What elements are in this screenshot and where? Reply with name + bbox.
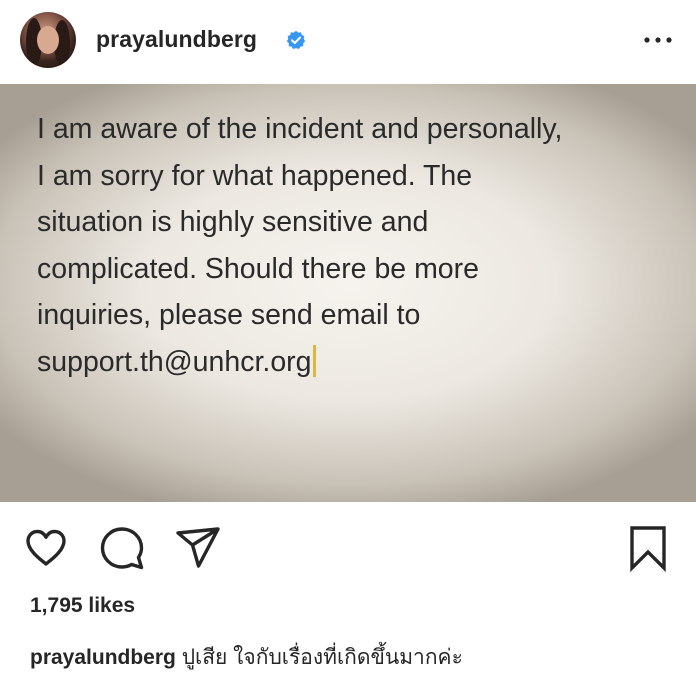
- post-image[interactable]: I am aware of the incident and personall…: [0, 84, 696, 502]
- share-icon[interactable]: [174, 524, 222, 572]
- post-text-line: I am sorry for what happened. The: [37, 159, 473, 192]
- post-text-line: situation is highly sensitive and: [37, 206, 429, 238]
- caption-text: ปูเสีย ใจกับเรื่องที่เกิดขึ้นมากค่ะ: [181, 646, 463, 669]
- comment-icon[interactable]: [98, 524, 146, 572]
- avatar[interactable]: [20, 12, 76, 68]
- likes-count[interactable]: 1,795 likes: [30, 594, 135, 618]
- more-options-icon[interactable]: [640, 28, 676, 52]
- verified-badge-icon: [286, 30, 306, 49]
- post-text-line: inquiries, please send email to: [37, 299, 421, 331]
- text-cursor: [312, 344, 316, 377]
- bookmark-icon[interactable]: [624, 524, 672, 572]
- post-image-text: I am aware of the incident and personall…: [37, 106, 677, 385]
- username-link[interactable]: prayalundberg: [96, 26, 257, 53]
- post-text-line: support.th@unhcr.org: [37, 345, 312, 378]
- avatar-face: [37, 26, 59, 54]
- heart-icon[interactable]: [22, 524, 70, 572]
- caption-username[interactable]: prayalundberg: [30, 646, 176, 669]
- post-caption: prayalundberg ปูเสีย ใจกับเรื่องที่เกิดข…: [30, 641, 463, 674]
- post-text-line: I am aware of the incident and personall…: [37, 113, 563, 145]
- action-bar: [0, 502, 696, 592]
- post-text-line: complicated. Should there be more: [37, 252, 480, 285]
- post-header: prayalundberg: [0, 0, 696, 84]
